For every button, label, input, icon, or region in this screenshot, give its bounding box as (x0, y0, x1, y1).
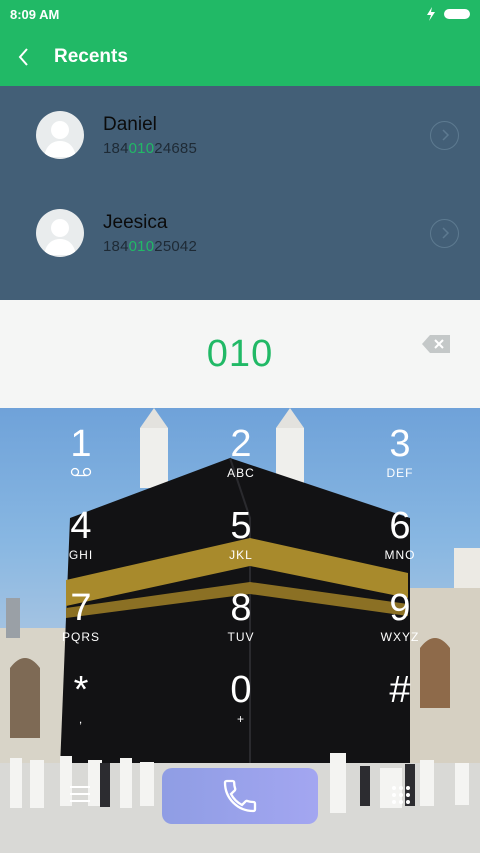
contact-name: Daniel (103, 113, 157, 135)
list-item[interactable]: Jeesica 18401025042 (0, 184, 480, 282)
key-digit: 1 (70, 423, 92, 465)
contact-info: Jeesica 18401025042 (103, 212, 197, 255)
key-letters: ABC (227, 466, 255, 480)
contact-name: Jeesica (103, 211, 168, 233)
key-star[interactable]: * , (21, 670, 141, 752)
key-letters: DEF (386, 466, 414, 480)
key-digit: 5 (230, 505, 252, 547)
number-match: 010 (128, 237, 155, 255)
key-0[interactable]: 0 + (181, 670, 301, 752)
key-letters: + (236, 712, 245, 726)
contact-number: 18401024685 (103, 139, 197, 157)
key-2[interactable]: 2 ABC (181, 424, 301, 506)
key-letters: PQRS (61, 630, 100, 644)
dialpad-grid-icon[interactable] (390, 784, 412, 806)
avatar (36, 209, 84, 257)
app-header: Recents (0, 28, 480, 86)
status-bar: 8:09 AM (0, 0, 480, 28)
call-button[interactable] (162, 768, 318, 824)
key-digit: * (73, 669, 89, 711)
dialed-number: 010 (206, 332, 274, 375)
key-4[interactable]: 4 GHI (21, 506, 141, 588)
key-digit: 4 (70, 505, 92, 547)
menu-icon[interactable] (68, 784, 92, 804)
list-item[interactable]: Daniel 18401024685 (0, 86, 480, 184)
key-digit: 7 (70, 587, 92, 629)
key-digit: 2 (230, 423, 252, 465)
key-3[interactable]: 3 DEF (340, 424, 460, 506)
voicemail-icon (21, 466, 141, 480)
battery-icon (444, 9, 470, 19)
status-icons (426, 7, 470, 21)
key-digit: 0 (230, 669, 252, 711)
key-letters: , (78, 712, 84, 726)
key-5[interactable]: 5 JKL (181, 506, 301, 588)
key-letters: JKL (229, 548, 253, 562)
key-1[interactable]: 1 (21, 424, 141, 506)
backspace-icon[interactable] (420, 333, 452, 355)
dial-keypad: 1 2 ABC 3 DEF 4 GHI 5 JKL 6 MNO 7 PQRS 8… (0, 408, 480, 853)
key-letters: WXYZ (380, 630, 420, 644)
dialed-number-area: 010 (0, 300, 480, 408)
phone-icon (223, 779, 257, 813)
chevron-right-icon[interactable] (430, 120, 459, 150)
chevron-left-icon[interactable] (0, 28, 48, 86)
charging-icon (427, 7, 435, 21)
key-hash[interactable]: # (340, 670, 460, 752)
status-time: 8:09 AM (10, 6, 60, 22)
key-letters: TUV (227, 630, 255, 644)
key-7[interactable]: 7 PQRS (21, 588, 141, 670)
contact-info: Daniel 18401024685 (103, 114, 197, 157)
chevron-right-icon[interactable] (430, 218, 459, 248)
key-8[interactable]: 8 TUV (181, 588, 301, 670)
key-digit: # (389, 669, 411, 711)
key-letters: MNO (384, 548, 416, 562)
key-digit: 6 (389, 505, 411, 547)
key-letters: GHI (68, 548, 94, 562)
key-digit: 8 (230, 587, 252, 629)
key-digit: 9 (389, 587, 411, 629)
avatar (36, 111, 84, 159)
key-9[interactable]: 9 WXYZ (340, 588, 460, 670)
key-6[interactable]: 6 MNO (340, 506, 460, 588)
contact-number: 18401025042 (103, 237, 197, 255)
key-digit: 3 (389, 423, 411, 465)
page-title: Recents (54, 46, 128, 67)
recents-list: Daniel 18401024685 Jeesica 18401025042 (0, 86, 480, 300)
number-match: 010 (128, 139, 155, 157)
